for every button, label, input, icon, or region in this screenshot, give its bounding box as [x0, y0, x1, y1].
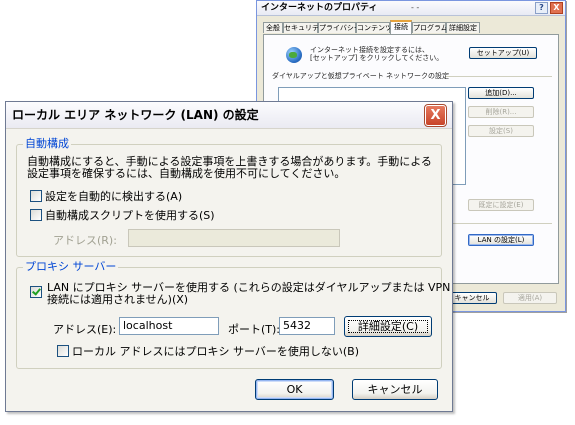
setup-button[interactable]: セットアップ(U): [469, 47, 537, 59]
proxy-port-input[interactable]: 5432: [279, 317, 335, 335]
remove-button[interactable]: 削除(R)...: [468, 106, 534, 118]
use-script-checkbox[interactable]: [30, 209, 42, 221]
bypass-local-row[interactable]: ローカル アドレスにはプロキシ サーバーを使用しない(B): [57, 343, 359, 359]
advanced-button[interactable]: 詳細設定(C): [344, 316, 432, 337]
lan-settings-button[interactable]: LAN の設定(L): [468, 234, 534, 246]
close-icon[interactable]: X: [424, 104, 447, 127]
tab-content[interactable]: コンテンツ: [356, 22, 392, 33]
script-address-label: アドレス(R):: [53, 234, 117, 247]
add-button[interactable]: 追加(D)...: [468, 87, 534, 99]
apply-button[interactable]: 適用(A): [503, 292, 557, 304]
settings-button[interactable]: 設定(S): [468, 125, 534, 137]
lan-settings-dialog: ローカル エリア ネットワーク (LAN) の設定 X 自動構成 自動構成にする…: [5, 101, 453, 412]
bypass-local-label[interactable]: ローカル アドレスにはプロキシ サーバーを使用しない(B): [72, 343, 359, 359]
tab-privacy[interactable]: プライバシー: [318, 22, 361, 33]
tab-programs[interactable]: プログラム: [412, 22, 448, 33]
auto-config-group: 自動構成 自動構成にすると、手動による設定事項を上書きする場合があります。手動に…: [16, 137, 442, 257]
globe-icon: [286, 47, 302, 63]
use-proxy-checkbox[interactable]: [30, 286, 42, 298]
set-default-button[interactable]: 既定に設定(E): [468, 199, 534, 211]
proxy-address-input[interactable]: localhost: [119, 317, 219, 335]
tab-general[interactable]: 全般: [263, 22, 283, 33]
dialog-titlebar: ローカル エリア ネットワーク (LAN) の設定 X: [6, 102, 452, 129]
proxy-group: プロキシ サーバー LAN にプロキシ サーバーを使用する (これらの設定はダイ…: [16, 260, 450, 369]
dialup-label: ダイヤルアップと仮想プライベート ネットワークの設定: [272, 72, 450, 80]
dialog-title: ローカル エリア ネットワーク (LAN) の設定: [12, 108, 259, 122]
ok-button[interactable]: OK: [255, 379, 334, 400]
use-script-row[interactable]: 自動構成スクリプトを使用する(S): [30, 207, 215, 223]
use-script-label[interactable]: 自動構成スクリプトを使用する(S): [45, 207, 215, 223]
proxy-legend: プロキシ サーバー: [23, 260, 119, 274]
help-button[interactable]: ?: [535, 2, 548, 14]
setup-text-line2: [セットアップ] をクリックしてください。: [310, 54, 444, 62]
tab-advanced[interactable]: 詳細設定: [446, 22, 480, 33]
cancel-button[interactable]: キャンセル: [447, 292, 497, 304]
close-icon[interactable]: X: [550, 2, 563, 14]
auto-config-legend: 自動構成: [23, 137, 71, 151]
cancel-button[interactable]: キャンセル: [352, 379, 438, 400]
auto-detect-row[interactable]: 設定を自動的に検出する(A): [30, 188, 182, 204]
internet-options-subtitle: - -: [411, 3, 420, 12]
auto-detect-checkbox[interactable]: [30, 190, 42, 202]
tab-connections[interactable]: 接続: [390, 20, 412, 34]
tab-security[interactable]: セキュリティ: [283, 22, 326, 33]
internet-options-title: インターネットのプロパティ: [261, 3, 378, 13]
proxy-port-label: ポート(T):: [228, 323, 281, 336]
auto-config-description-line2: 設定事項を確保するには、自動構成を使用不可にしてください。: [27, 167, 346, 180]
divider: [446, 76, 552, 77]
use-proxy-label-line2[interactable]: 接続には適用されません)(X): [47, 294, 188, 306]
bypass-local-checkbox[interactable]: [57, 345, 69, 357]
setup-text-line1: インターネット接続を設定するには、: [310, 46, 429, 54]
proxy-address-label: アドレス(E):: [53, 323, 117, 336]
auto-detect-label[interactable]: 設定を自動的に検出する(A): [45, 188, 182, 204]
script-address-input[interactable]: [128, 229, 340, 247]
